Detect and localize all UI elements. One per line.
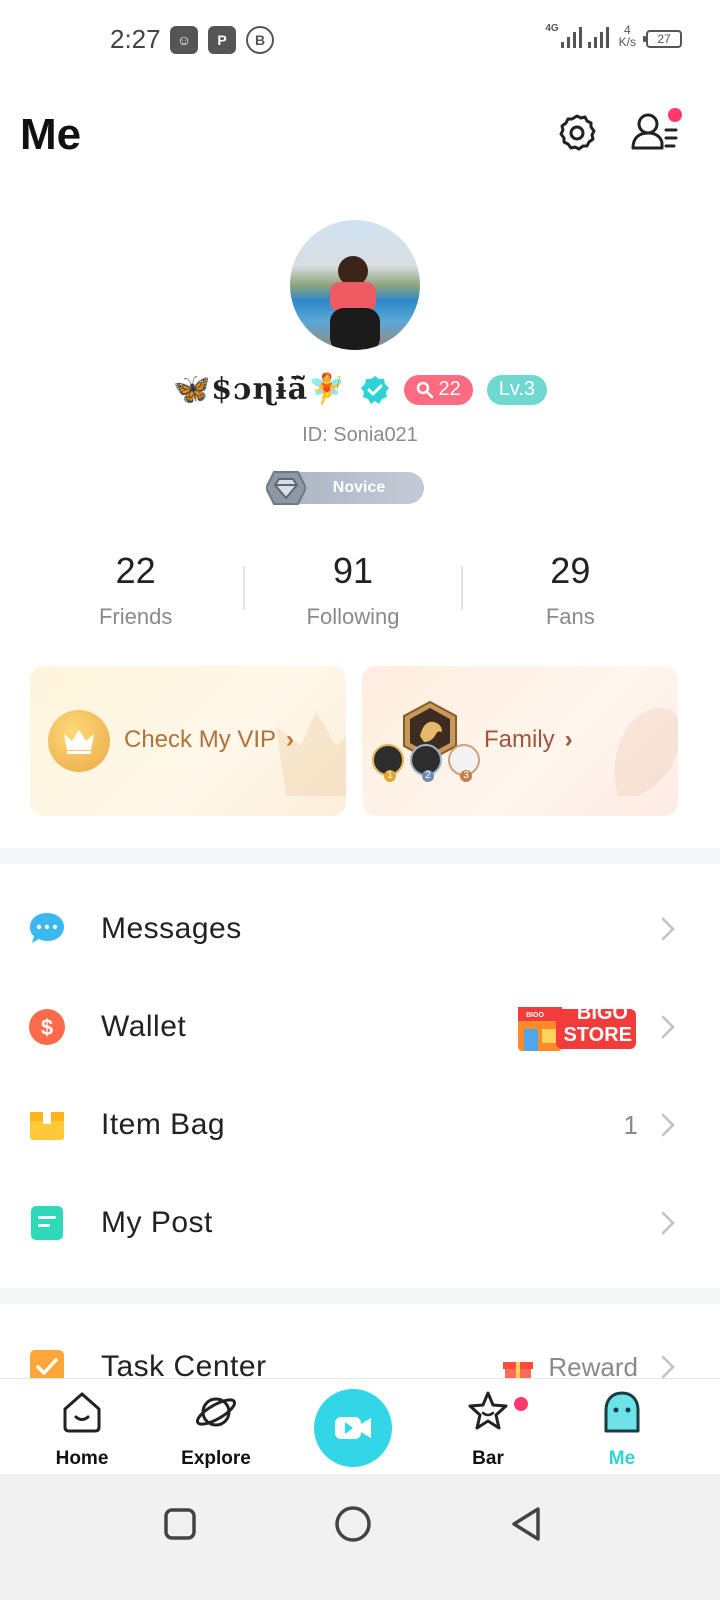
- network-type: 4G: [545, 23, 559, 34]
- stat-value: 29: [550, 550, 591, 591]
- svg-text:$: $: [41, 1015, 53, 1040]
- section-divider: [0, 848, 720, 864]
- friends-requests-button[interactable]: [630, 108, 682, 154]
- signal-strength-2-icon: [587, 26, 609, 48]
- chevron-right-icon: [661, 1211, 675, 1235]
- family-card[interactable]: 1 2 3 Family ›: [362, 666, 678, 816]
- home-circle-icon[interactable]: [333, 1504, 373, 1544]
- star-icon: [468, 1391, 508, 1430]
- bigo-store-top-text: BIGO: [576, 1002, 628, 1024]
- crown-icon: [64, 730, 94, 754]
- notification-dot: [668, 108, 682, 122]
- settings-button[interactable]: [556, 112, 598, 154]
- back-triangle-icon[interactable]: [506, 1504, 546, 1544]
- search-heart-icon: [417, 381, 434, 398]
- avatar[interactable]: [290, 220, 420, 350]
- box-icon: [30, 1112, 64, 1140]
- nav-label: Bar: [472, 1448, 504, 1469]
- status-indicators: 4G 4 K/s 27: [545, 23, 682, 48]
- status-bar: 2:27 ☺ P B 4G 4 K/s 27: [0, 0, 720, 80]
- stat-label: Friends: [98, 604, 173, 629]
- nav-me[interactable]: Me: [572, 1389, 672, 1470]
- b-app-icon: B: [246, 26, 274, 54]
- nav-explore[interactable]: Explore: [166, 1389, 266, 1470]
- menu-item-item-bag[interactable]: Item Bag 1: [0, 1076, 720, 1174]
- status-time: 2:27: [110, 24, 161, 54]
- nav-label: Explore: [181, 1448, 251, 1469]
- stat-following[interactable]: 91 Following: [245, 550, 460, 636]
- medal-rank-3: 3: [460, 770, 472, 782]
- gear-icon: [559, 114, 596, 151]
- name-row: 🦋$ɔɳɨā̃🧚 22 Lv.3: [0, 372, 720, 407]
- stat-friends[interactable]: 22 Friends: [28, 550, 243, 636]
- chevron-right-icon: [661, 1113, 675, 1137]
- battery-icon: 27: [643, 30, 682, 48]
- bigo-store-bottom-text: STORE: [563, 1024, 632, 1046]
- stat-value: 22: [115, 550, 156, 591]
- parking-app-icon: P: [208, 26, 236, 54]
- stats-row: 22 Friends 91 Following 29 Fans: [28, 550, 678, 636]
- menu-item-wallet[interactable]: $ Wallet BIGO STORE BIGO: [0, 978, 720, 1076]
- heart-count-badge: 22: [404, 374, 473, 405]
- medal-rank-1: 1: [384, 770, 396, 782]
- menu-label: Item Bag: [101, 1108, 226, 1141]
- nav-label: Home: [55, 1448, 109, 1469]
- diamond-rank-icon: [266, 471, 306, 505]
- menu-item-messages[interactable]: Messages: [0, 880, 720, 978]
- stat-label: Fans: [545, 604, 595, 629]
- menu-label: Wallet: [101, 1010, 187, 1043]
- planet-icon: [195, 1397, 237, 1427]
- chevron-right-icon: [661, 1355, 675, 1379]
- vip-card[interactable]: Check My VIP›: [30, 666, 346, 816]
- menu-item-my-post[interactable]: My Post: [0, 1174, 720, 1272]
- nav-label: Me: [608, 1448, 636, 1469]
- nav-home[interactable]: Home: [32, 1389, 132, 1470]
- home-icon: [63, 1392, 101, 1433]
- notification-dot: [514, 1397, 528, 1411]
- network-speed: 4 K/s: [619, 24, 636, 48]
- username: 🦋$ɔɳɨā̃🧚: [172, 372, 347, 407]
- speed-unit: K/s: [618, 35, 636, 49]
- stat-fans[interactable]: 29 Fans: [463, 550, 678, 636]
- system-nav-bar: [0, 1474, 720, 1600]
- chat-bubble-icon: [30, 913, 64, 943]
- heart-count-value: 22: [438, 378, 461, 400]
- medal-rank-2: 2: [422, 770, 434, 782]
- lion-watermark-icon: [614, 708, 678, 796]
- level-badge: Lv.3: [486, 374, 548, 405]
- family-label-text: Family: [484, 726, 555, 753]
- go-live-button[interactable]: [314, 1389, 392, 1467]
- item-bag-count: 1: [623, 1109, 638, 1140]
- stat-value: 91: [332, 550, 374, 591]
- video-camera-icon: [335, 1417, 371, 1439]
- crown-badge: [48, 710, 110, 772]
- stat-label: Following: [306, 604, 400, 629]
- family-card-label: Family ›: [484, 726, 573, 754]
- avatar-photo-legs: [330, 308, 380, 350]
- chevron-right-icon: ›: [564, 726, 573, 753]
- status-notification-icons: ☺ P B: [170, 26, 274, 54]
- page-title: Me: [20, 110, 82, 159]
- user-id: ID: Sonia021: [302, 424, 418, 446]
- nav-bar[interactable]: Bar: [438, 1389, 538, 1470]
- vip-label-text: Check My VIP: [124, 726, 277, 753]
- dollar-coin-icon: $: [29, 1009, 65, 1045]
- post-icon: [31, 1206, 63, 1240]
- menu-label: Messages: [101, 912, 242, 945]
- bigo-store-tag: BIGO: [526, 1012, 544, 1019]
- recents-square-icon[interactable]: [160, 1504, 200, 1544]
- section-divider: [0, 1288, 720, 1304]
- me-avatar-icon: [604, 1391, 640, 1433]
- crown-watermark-icon: [276, 711, 346, 796]
- signal-strength-icon: [560, 26, 582, 48]
- chevron-right-icon: [661, 1015, 675, 1039]
- verified-icon: [361, 375, 390, 404]
- chevron-right-icon: [661, 917, 675, 941]
- bottom-nav: Home Explore Bar Me: [0, 1378, 720, 1474]
- menu-label: My Post: [101, 1206, 213, 1239]
- app-notification-icon: ☺: [170, 26, 198, 54]
